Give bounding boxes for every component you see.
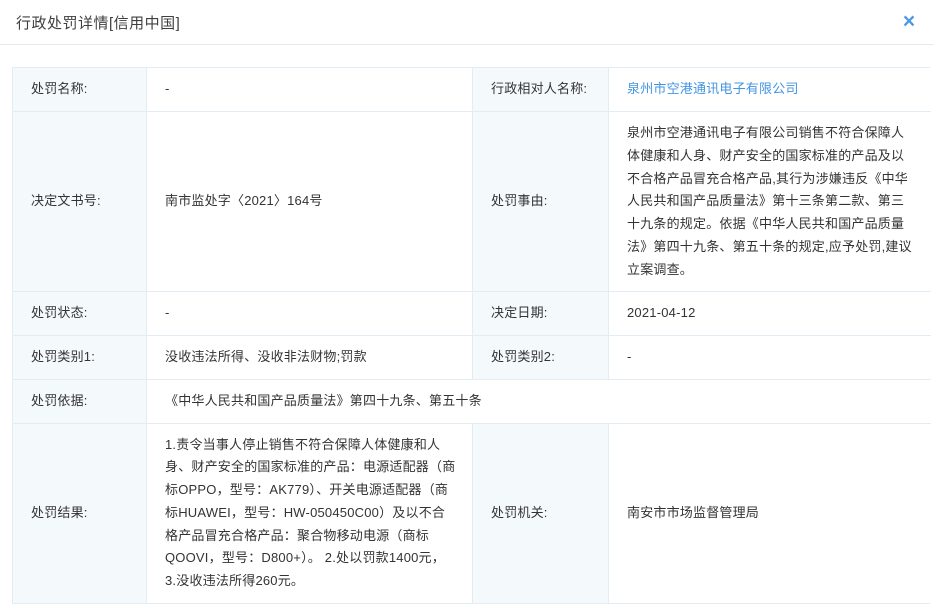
penalty-status-label: 处罚状态: — [13, 292, 147, 336]
penalty-result-value: 1.责令当事人停止销售不符合保障人体健康和人身、财产安全的国家标准的产品：电源适… — [147, 423, 473, 603]
penalty-reason-label: 处罚事由: — [473, 112, 609, 293]
company-link[interactable]: 泉州市空港通讯电子有限公司 — [627, 78, 799, 101]
penalty-basis-value: 《中华人民共和国产品质量法》第四十九条、第五十条 — [147, 379, 931, 424]
decision-date-label: 决定日期: — [473, 292, 609, 336]
penalty-reason-text: 泉州市空港通讯电子有限公司销售不符合保障人体健康和人身、财产安全的国家标准的产品… — [627, 125, 912, 277]
decision-doc-no-label: 决定文书号: — [13, 112, 147, 293]
title-bar: 行政处罚详情[信用中国] × — [0, 0, 934, 45]
penalty-name-label: 处罚名称: — [13, 68, 147, 112]
penalty-name-value: - — [147, 68, 473, 112]
page-title: 行政处罚详情[信用中国] — [16, 14, 181, 32]
penalty-result-label: 处罚结果: — [13, 423, 147, 603]
counterpart-name-label: 行政相对人名称: — [473, 68, 609, 112]
close-icon[interactable]: × — [896, 8, 922, 34]
penalty-detail-table: 处罚名称: - 行政相对人名称: 泉州市空港通讯电子有限公司 决定文书号: 南市… — [12, 67, 931, 604]
penalty-basis-label: 处罚依据: — [13, 379, 147, 424]
penalty-authority-label: 处罚机关: — [473, 423, 609, 603]
decision-doc-no-value: 南市监处字〈2021〉164号 — [147, 112, 473, 293]
penalty-authority-value: 南安市市场监督管理局 — [609, 423, 931, 603]
penalty-status-value: - — [147, 292, 473, 336]
penalty-category2-label: 处罚类别2: — [473, 336, 609, 380]
penalty-reason-value: 泉州市空港通讯电子有限公司销售不符合保障人体健康和人身、财产安全的国家标准的产品… — [609, 112, 931, 293]
decision-date-value: 2021-04-12 — [609, 292, 931, 336]
penalty-category2-value: - — [609, 336, 931, 380]
penalty-result-text: 1.责令当事人停止销售不符合保障人体健康和人身、财产安全的国家标准的产品：电源适… — [165, 436, 456, 589]
counterpart-name-value: 泉州市空港通讯电子有限公司 — [609, 68, 931, 112]
penalty-category1-label: 处罚类别1: — [13, 336, 147, 380]
penalty-category1-value: 没收违法所得、没收非法财物;罚款 — [147, 336, 473, 380]
